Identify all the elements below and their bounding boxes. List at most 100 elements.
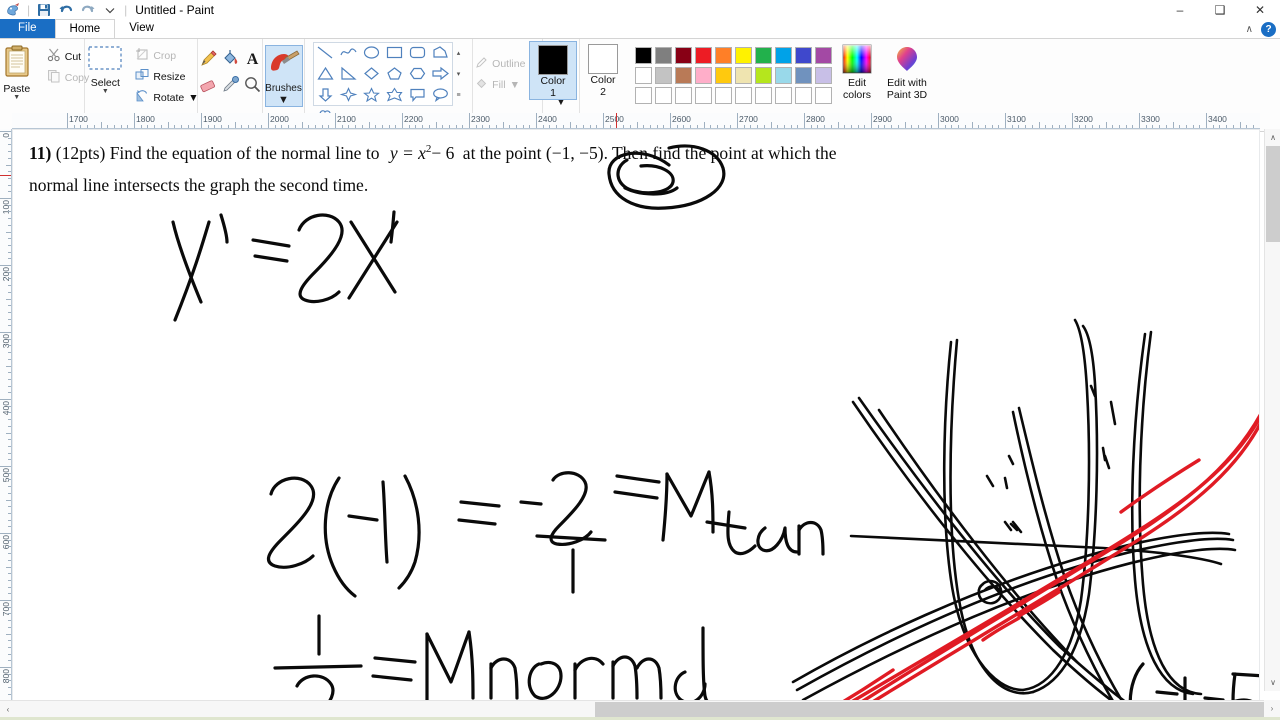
ruler-v-minor-tick — [8, 338, 11, 340]
palette-swatch-r1-c9[interactable] — [793, 45, 813, 65]
customize-qat-icon[interactable] — [102, 2, 118, 18]
maximize-button[interactable]: ❑ — [1200, 0, 1240, 20]
palette-swatch-r3-c9[interactable] — [793, 85, 813, 105]
five-point-star-shape-icon[interactable] — [362, 86, 381, 105]
ruler-v-minor-tick — [8, 553, 11, 555]
palette-swatch-r3-c10[interactable] — [813, 85, 833, 105]
eraser-icon[interactable] — [199, 75, 218, 97]
ruler-h-minor-tick — [1112, 125, 1114, 128]
brushes-dropdown-icon[interactable]: ▼ — [278, 94, 289, 106]
resize-button[interactable]: Resize — [131, 66, 202, 87]
paste-button[interactable]: Paste ▼ — [0, 43, 43, 101]
rounded-callout-shape-icon[interactable] — [408, 87, 427, 105]
diamond-shape-icon[interactable] — [362, 66, 381, 84]
vertical-scrollbar[interactable]: ∧ ∨ — [1264, 129, 1280, 691]
crop-button[interactable]: Crop — [131, 45, 202, 66]
pencil-icon[interactable] — [199, 49, 218, 71]
paint-canvas[interactable]: 11) (12pts) Find the equation of the nor… — [12, 129, 1260, 707]
palette-swatch-r2-c7[interactable] — [753, 65, 773, 85]
shapes-scroll-up-icon[interactable]: ▴ — [457, 49, 461, 57]
palette-swatch-r3-c3[interactable] — [673, 85, 693, 105]
hexagon-shape-icon[interactable] — [408, 66, 427, 84]
palette-swatch-r3-c1[interactable] — [633, 85, 653, 105]
tab-home[interactable]: Home — [54, 19, 116, 38]
down-arrow-shape-icon[interactable] — [316, 87, 335, 105]
oval-callout-shape-icon[interactable] — [431, 87, 450, 105]
eyedropper-icon[interactable] — [221, 75, 240, 97]
ruler-h-minor-tick — [978, 125, 980, 128]
palette-swatch-r2-c3[interactable] — [673, 65, 693, 85]
vertical-scroll-thumb[interactable] — [1266, 146, 1280, 242]
redo-icon[interactable] — [80, 2, 96, 18]
curve-shape-icon[interactable] — [339, 45, 358, 63]
palette-swatch-r2-c5[interactable] — [713, 65, 733, 85]
scroll-down-button[interactable]: ∨ — [1265, 674, 1280, 691]
tab-file[interactable]: File — [0, 19, 55, 38]
close-button[interactable]: ✕ — [1240, 0, 1280, 20]
shapes-gallery-scroll[interactable]: ▴ ▾ ≡ — [453, 42, 465, 106]
right-triangle-shape-icon[interactable] — [339, 66, 358, 84]
color1-button[interactable]: Color 1 — [529, 41, 577, 100]
four-point-star-shape-icon[interactable] — [339, 86, 358, 105]
scroll-left-button[interactable]: ‹ — [0, 701, 16, 718]
polygon-shape-icon[interactable] — [431, 45, 450, 63]
paint-icon[interactable] — [5, 2, 21, 18]
right-arrow-shape-icon[interactable] — [431, 66, 450, 84]
minimize-button[interactable]: – — [1160, 0, 1200, 20]
line-shape-icon[interactable] — [316, 45, 335, 63]
select-button[interactable]: Select ▼ — [79, 43, 131, 95]
edit-with-paint3d-button[interactable]: Edit with Paint 3D — [881, 41, 933, 101]
pentagon-shape-icon[interactable] — [385, 66, 404, 84]
palette-swatch-r1-c2[interactable] — [653, 45, 673, 65]
palette-swatch-r2-c1[interactable] — [633, 65, 653, 85]
shapes-more-icon[interactable]: ≡ — [456, 92, 460, 99]
palette-swatch-r1-c4[interactable] — [693, 45, 713, 65]
select-dropdown-icon[interactable]: ▼ — [102, 88, 109, 95]
edit-colors-button[interactable]: Edit colors — [835, 41, 879, 101]
palette-swatch-r3-c4[interactable] — [693, 85, 713, 105]
horizontal-scrollbar[interactable]: ‹ — [0, 700, 1265, 718]
shapes-gallery[interactable] — [312, 42, 453, 121]
collapse-ribbon-icon[interactable]: ∧ — [1246, 24, 1253, 35]
triangle-shape-icon[interactable] — [316, 66, 335, 84]
palette-swatch-r3-c2[interactable] — [653, 85, 673, 105]
palette-swatch-r2-c8[interactable] — [773, 65, 793, 85]
scroll-up-button[interactable]: ∧ — [1265, 129, 1280, 146]
horizontal-scroll-thumb[interactable] — [595, 702, 1265, 717]
tab-view[interactable]: View — [115, 19, 168, 38]
magnifier-icon[interactable] — [243, 75, 262, 97]
six-point-star-shape-icon[interactable] — [385, 86, 404, 105]
palette-swatch-r3-c6[interactable] — [733, 85, 753, 105]
shapes-scroll-down-icon[interactable]: ▾ — [457, 70, 461, 78]
rectangle-shape-icon[interactable] — [385, 45, 404, 63]
palette-swatch-r1-c5[interactable] — [713, 45, 733, 65]
palette-swatch-r2-c4[interactable] — [693, 65, 713, 85]
brushes-button[interactable]: Brushes ▼ — [264, 45, 303, 107]
palette-swatch-r2-c10[interactable] — [813, 65, 833, 85]
paste-dropdown-icon[interactable]: ▼ — [13, 94, 20, 101]
palette-swatch-r1-c8[interactable] — [773, 45, 793, 65]
help-icon[interactable]: ? — [1261, 22, 1276, 37]
rotate-button[interactable]: Rotate ▼ — [131, 87, 202, 108]
palette-swatch-r3-c7[interactable] — [753, 85, 773, 105]
undo-icon[interactable] — [58, 2, 74, 18]
palette-swatch-r2-c6[interactable] — [733, 65, 753, 85]
palette-swatch-r1-c7[interactable] — [753, 45, 773, 65]
palette-swatch-r1-c6[interactable] — [733, 45, 753, 65]
palette-swatch-r1-c10[interactable] — [813, 45, 833, 65]
palette-swatch-r1-c1[interactable] — [633, 45, 653, 65]
color-palette[interactable] — [633, 45, 833, 105]
oval-shape-icon[interactable] — [362, 45, 381, 63]
palette-swatch-r3-c5[interactable] — [713, 85, 733, 105]
palette-swatch-r1-c3[interactable] — [673, 45, 693, 65]
palette-swatch-r2-c2[interactable] — [653, 65, 673, 85]
palette-swatch-r2-c9[interactable] — [793, 65, 813, 85]
color2-button[interactable]: Color 2 — [579, 41, 627, 98]
scroll-corner[interactable]: › — [1264, 700, 1280, 717]
text-a-icon[interactable]: A — [243, 49, 262, 71]
rounded-rectangle-shape-icon[interactable] — [408, 45, 427, 63]
fill-dropdown-icon[interactable]: ▼ — [510, 79, 520, 91]
save-icon[interactable] — [36, 2, 52, 18]
palette-swatch-r3-c8[interactable] — [773, 85, 793, 105]
paint-bucket-icon[interactable] — [221, 49, 240, 71]
